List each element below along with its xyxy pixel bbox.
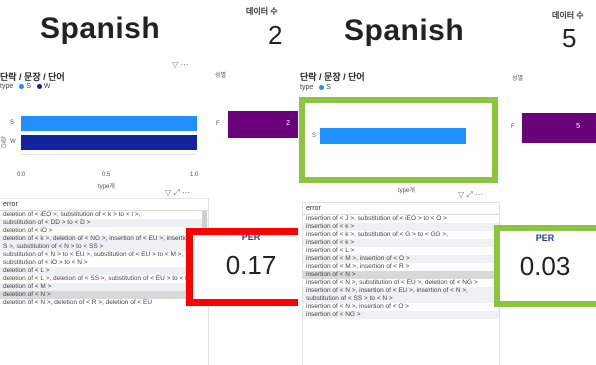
table-row[interactable]: insertion of < M >, insertion of < O > — [303, 255, 499, 263]
right-dashboard-panel: Spanish 데이터 수 5 단락 / 문장 / 단어 type S S ty… — [298, 0, 596, 365]
table-row[interactable]: insertion of < N >, substitution of < EU… — [303, 279, 499, 287]
table-row[interactable]: insertion of < J >, substitution of < iE… — [303, 215, 499, 223]
more-options-icon[interactable]: ⋯ — [180, 60, 188, 69]
table-row[interactable]: substitution of < N > to < EU >, substit… — [0, 251, 208, 267]
table-row[interactable]: deletion of < N >, deletion of < R >, de… — [0, 299, 208, 307]
table-header-icons: ▽ ⤢ ⋯ — [458, 190, 483, 200]
gender-chart-title: 성별 — [215, 73, 227, 79]
filter-icon[interactable]: ▽ — [165, 188, 171, 197]
table-row[interactable]: insertion of < M >, insertion of < R > — [303, 263, 499, 271]
table-row[interactable]: deletion of < M > — [0, 283, 208, 291]
bar-s[interactable] — [320, 128, 466, 144]
category-label-s: S — [312, 133, 317, 139]
table-header-icons: ▽ ⤢ ⋯ — [165, 188, 190, 198]
gender-chart-title: 성별 — [512, 76, 524, 82]
chart-legend: type S W — [0, 83, 50, 90]
per-card: PER 0.03 — [494, 225, 596, 307]
x-tick-1: 1.0 — [190, 172, 199, 178]
language-title: Spanish — [344, 14, 465, 47]
x-axis-title: type개 — [98, 184, 115, 190]
gender-bar-f[interactable]: 2 — [228, 111, 298, 138]
language-title: Spanish — [40, 12, 161, 45]
table-row-selected[interactable]: insertion of < N > — [303, 271, 499, 279]
per-value: 0.17 — [225, 250, 277, 280]
x-axis-line — [21, 154, 197, 155]
table-column-header-error[interactable]: error — [0, 199, 208, 211]
legend-item-s[interactable]: S — [26, 83, 31, 90]
filter-icon[interactable]: ▽ — [172, 60, 178, 69]
table-column-header-error[interactable]: error — [303, 203, 499, 215]
per-label: PER — [535, 233, 555, 243]
left-dashboard-panel: Spanish 데이터 수 2 ▽ ⋯ 단락 / 문장 / 단어 type S … — [0, 0, 298, 365]
gender-category-f: F — [216, 121, 220, 127]
error-table[interactable]: error deletion of < iEO >, substitution … — [0, 198, 209, 365]
gender-bar-value: 2 — [286, 120, 290, 127]
chart-title: 단락 / 문장 / 단어 — [0, 72, 65, 82]
per-card: PER 0.17 — [186, 228, 298, 304]
bar-chart-visual[interactable]: ▽ ⋯ 단락 / 문장 / 단어 type S W 단락 S W 0.0 0.5… — [0, 58, 210, 190]
gender-bar-value: 5 — [576, 123, 580, 130]
data-count-value: 2 — [268, 20, 283, 50]
table-row[interactable]: insertion of < NG > — [303, 311, 499, 319]
table-row[interactable]: deletion of < L > — [0, 267, 208, 275]
table-row-selected[interactable]: deletion of < N > — [0, 291, 208, 299]
gender-bar-f[interactable]: 5 — [522, 113, 596, 143]
data-count-label: 데이터 수 — [552, 11, 584, 20]
bar-w[interactable] — [21, 135, 197, 150]
x-axis-title: type개 — [398, 188, 415, 194]
per-value: 0.03 — [519, 251, 571, 281]
table-row[interactable]: deletion of < k >, deletion of < NG >, i… — [0, 235, 208, 251]
category-label-s: S — [10, 120, 15, 126]
more-options-icon[interactable]: ⋯ — [475, 190, 483, 199]
table-row[interactable]: insertion of < L > — [303, 247, 499, 255]
table-row[interactable]: insertion of < N >, insertion of < O > — [303, 303, 499, 311]
legend-item-s[interactable]: S — [326, 84, 331, 91]
legend-title: type — [300, 84, 314, 91]
filter-icon[interactable]: ▽ — [458, 190, 464, 199]
visual-header-icons: ▽ ⋯ — [172, 60, 188, 69]
table-row[interactable]: insertion of < k > — [303, 223, 499, 231]
y-axis-label: 단락 — [2, 136, 8, 148]
focus-mode-icon[interactable]: ⤢ — [173, 188, 179, 197]
gender-category-f: F — [511, 124, 515, 130]
bar-s[interactable] — [21, 116, 197, 131]
bar-chart-visual[interactable]: S — [298, 98, 498, 180]
chart-legend: type S — [300, 84, 331, 91]
legend-dot-s — [19, 83, 25, 89]
table-row[interactable]: substitution of < DD > to < D > — [0, 219, 208, 227]
legend-dot-s — [319, 84, 325, 90]
table-row[interactable]: deletion of < iEO >, substitution of < k… — [0, 211, 208, 219]
chart-title: 단락 / 문장 / 단어 — [300, 72, 365, 82]
focus-mode-icon[interactable]: ⤢ — [466, 190, 472, 199]
x-tick-05: 0.5 — [102, 172, 111, 178]
legend-item-w[interactable]: W — [44, 83, 51, 90]
more-options-icon[interactable]: ⋯ — [182, 188, 190, 197]
table-row[interactable]: insertion of < N >, insertion of < EU >,… — [303, 287, 499, 303]
table-row[interactable]: deletion of < iO > — [0, 227, 208, 235]
per-label: PER — [241, 232, 261, 242]
error-table[interactable]: error insertion of < J >, substitution o… — [302, 202, 500, 365]
data-count-label: 데이터 수 — [246, 7, 278, 16]
category-label-w: W — [10, 139, 16, 145]
x-tick-0: 0.0 — [17, 172, 26, 178]
table-row[interactable]: insertion of < k > — [303, 239, 499, 247]
table-row[interactable]: deletion of < L >, deletion of < SS >, s… — [0, 275, 208, 283]
data-count-value: 5 — [562, 23, 577, 53]
legend-title: type — [0, 83, 14, 90]
legend-dot-w — [36, 83, 42, 89]
table-row[interactable]: insertion of < k >, substitution of < G … — [303, 231, 499, 239]
